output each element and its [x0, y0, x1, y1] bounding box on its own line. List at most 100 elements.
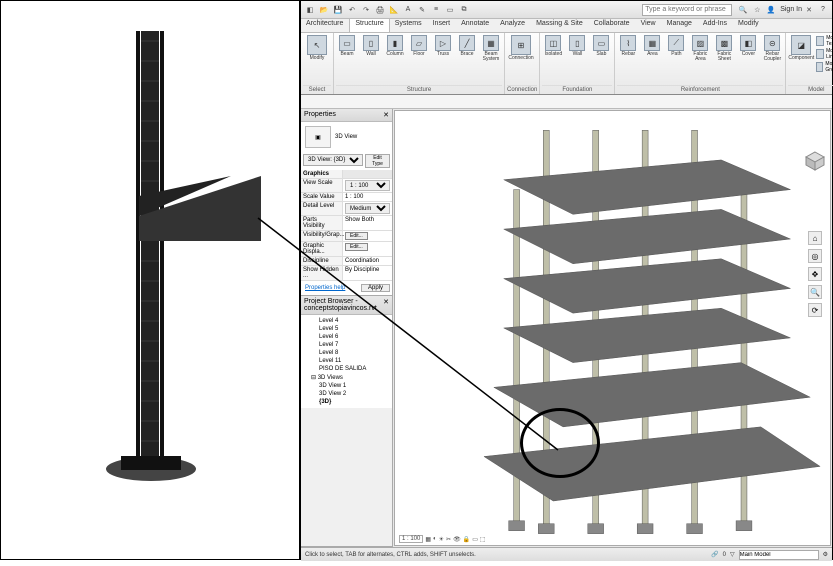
- tree-item[interactable]: 3D View 1: [305, 382, 392, 390]
- undo-icon[interactable]: ↶: [346, 4, 358, 16]
- tab-insert[interactable]: Insert: [428, 19, 457, 32]
- prop-scalevalue: 1 : 100: [343, 193, 392, 201]
- tab-architecture[interactable]: Architecture: [301, 19, 349, 32]
- truss-button[interactable]: ▷Truss: [432, 35, 454, 57]
- modify-button[interactable]: ↖Modify: [303, 35, 331, 61]
- search-input[interactable]: [642, 4, 732, 16]
- signin-link[interactable]: Sign In: [780, 6, 802, 13]
- beam-button[interactable]: ▭Beam: [336, 35, 358, 57]
- fabricarea-button[interactable]: ▨Fabric Area: [689, 35, 711, 62]
- tree-item[interactable]: Level 4: [305, 317, 392, 325]
- search-icon[interactable]: 🔍: [737, 4, 749, 16]
- type-selector[interactable]: 3D View: {3D}: [303, 154, 363, 166]
- modelgroup-button[interactable]: Model Group: [816, 61, 833, 73]
- orbit-icon[interactable]: ⟳: [808, 303, 822, 317]
- open-icon[interactable]: 📂: [318, 4, 330, 16]
- connection-button[interactable]: ⊞Connection: [507, 35, 535, 61]
- app-menu-icon[interactable]: ◧: [304, 4, 316, 16]
- home-icon[interactable]: ⌂: [808, 231, 822, 245]
- vc-icon[interactable]: 👁: [453, 536, 461, 543]
- path-button[interactable]: ⟋Path: [665, 35, 687, 57]
- group-connection-label: Connection: [507, 85, 537, 94]
- modeltext-button[interactable]: Model Text: [816, 35, 833, 47]
- workset-field[interactable]: [739, 550, 819, 560]
- area-button[interactable]: ▦Area: [641, 35, 663, 57]
- tab-analyze[interactable]: Analyze: [495, 19, 531, 32]
- viewport-3d[interactable]: ⌂ ◎ ✥ 🔍 ⟳ 1 : 100 ▦ ◐ ☀ ✂ 👁 🔒 ▭ ⬚: [394, 110, 831, 546]
- zoom-icon[interactable]: 🔍: [808, 285, 822, 299]
- close-icon[interactable]: ✕: [383, 298, 389, 312]
- prop-detail-field[interactable]: Medium: [345, 203, 390, 214]
- tab-modify[interactable]: Modify: [733, 19, 765, 32]
- tree-item[interactable]: Level 5: [305, 325, 392, 333]
- thin-lines-icon[interactable]: ≡: [430, 4, 442, 16]
- tree-item[interactable]: Level 8: [305, 349, 392, 357]
- tab-view[interactable]: View: [636, 19, 662, 32]
- close-hidden-icon[interactable]: ▭: [444, 4, 456, 16]
- tab-annotate[interactable]: Annotate: [456, 19, 495, 32]
- fabricsheet-button[interactable]: ▩Fabric Sheet: [713, 35, 735, 62]
- floor-button[interactable]: ▱Floor: [408, 35, 430, 57]
- tree-item[interactable]: Level 6: [305, 333, 392, 341]
- column-button[interactable]: ▮Column: [384, 35, 406, 57]
- vc-icon[interactable]: ☀: [439, 536, 444, 543]
- brace-button[interactable]: ╱Brace: [456, 35, 478, 57]
- component-button[interactable]: ◪Component: [788, 35, 814, 61]
- tab-addins[interactable]: Add-Ins: [698, 19, 733, 32]
- coupler-button[interactable]: ⊝Rebar Coupler: [761, 35, 783, 62]
- tab-structure[interactable]: Structure: [349, 19, 389, 32]
- vc-icon[interactable]: ✂: [446, 536, 451, 543]
- properties-help-link[interactable]: Properties help: [303, 283, 347, 293]
- tree-item[interactable]: 3D View 2: [305, 390, 392, 398]
- vc-icon[interactable]: ▦: [425, 536, 431, 543]
- edit-type-button[interactable]: Edit Type: [365, 154, 390, 168]
- tab-manage[interactable]: Manage: [662, 19, 698, 32]
- vc-icon[interactable]: ◐: [433, 536, 437, 542]
- prop-vg-button[interactable]: Edit...: [345, 232, 368, 240]
- close-icon[interactable]: ✕: [383, 111, 389, 119]
- save-icon[interactable]: 💾: [332, 4, 344, 16]
- tree-item[interactable]: PISO DE SALIDA: [305, 365, 392, 373]
- prop-viewscale-field[interactable]: 1 : 100: [345, 180, 390, 191]
- star-icon[interactable]: ☆: [751, 4, 763, 16]
- tab-systems[interactable]: Systems: [390, 19, 428, 32]
- status-bar: Click to select, TAB for alternates, CTR…: [301, 547, 832, 561]
- measure-icon[interactable]: 📐: [388, 4, 400, 16]
- tree-item[interactable]: Level 11: [305, 357, 392, 365]
- vc-icon[interactable]: ▭: [472, 536, 478, 543]
- design-options-icon[interactable]: ⚙: [823, 551, 828, 558]
- browser-tree[interactable]: Level 4 Level 5 Level 6 Level 7 Level 8 …: [301, 315, 392, 408]
- prop-parts: Show Both: [343, 216, 392, 230]
- fwall-button[interactable]: ▯Wall: [566, 35, 588, 57]
- tab-massing[interactable]: Massing & Site: [531, 19, 589, 32]
- print-icon[interactable]: 🖨: [374, 4, 386, 16]
- tab-collaborate[interactable]: Collaborate: [589, 19, 636, 32]
- vc-icon[interactable]: 🔒: [463, 536, 470, 543]
- isolated-button[interactable]: ◫Isolated: [542, 35, 564, 57]
- scale-display[interactable]: 1 : 100: [399, 535, 423, 543]
- tree-item[interactable]: Level 7: [305, 341, 392, 349]
- beamsystem-button[interactable]: ▦Beam System: [480, 35, 502, 62]
- redo-icon[interactable]: ↷: [360, 4, 372, 16]
- tree-item-active[interactable]: {3D}: [305, 398, 392, 406]
- viewcube[interactable]: [805, 151, 825, 171]
- filter-icon[interactable]: ▽: [730, 551, 735, 558]
- user-icon[interactable]: 👤: [765, 4, 777, 16]
- tree-node-3dviews[interactable]: 3D Views: [305, 373, 392, 382]
- cover-button[interactable]: ◧Cover: [737, 35, 759, 57]
- exchange-icon[interactable]: ✕: [803, 4, 815, 16]
- dim-icon[interactable]: A: [402, 4, 414, 16]
- help-icon[interactable]: ?: [817, 4, 829, 16]
- slab-button[interactable]: ▭Slab: [590, 35, 612, 57]
- section-icon[interactable]: ✎: [416, 4, 428, 16]
- wall-button[interactable]: ▯Wall: [360, 35, 382, 57]
- wheel-icon[interactable]: ◎: [808, 249, 822, 263]
- switch-win-icon[interactable]: ⧉: [458, 4, 470, 16]
- apply-button[interactable]: Apply: [361, 284, 390, 292]
- ws-icon[interactable]: 🔗: [711, 551, 718, 558]
- prop-gd-button[interactable]: Edit...: [345, 243, 368, 251]
- vc-icon[interactable]: ⬚: [480, 536, 486, 543]
- rebar-button[interactable]: ⌇Rebar: [617, 35, 639, 57]
- pan-icon[interactable]: ✥: [808, 267, 822, 281]
- modelline-button[interactable]: Model Line: [816, 48, 833, 60]
